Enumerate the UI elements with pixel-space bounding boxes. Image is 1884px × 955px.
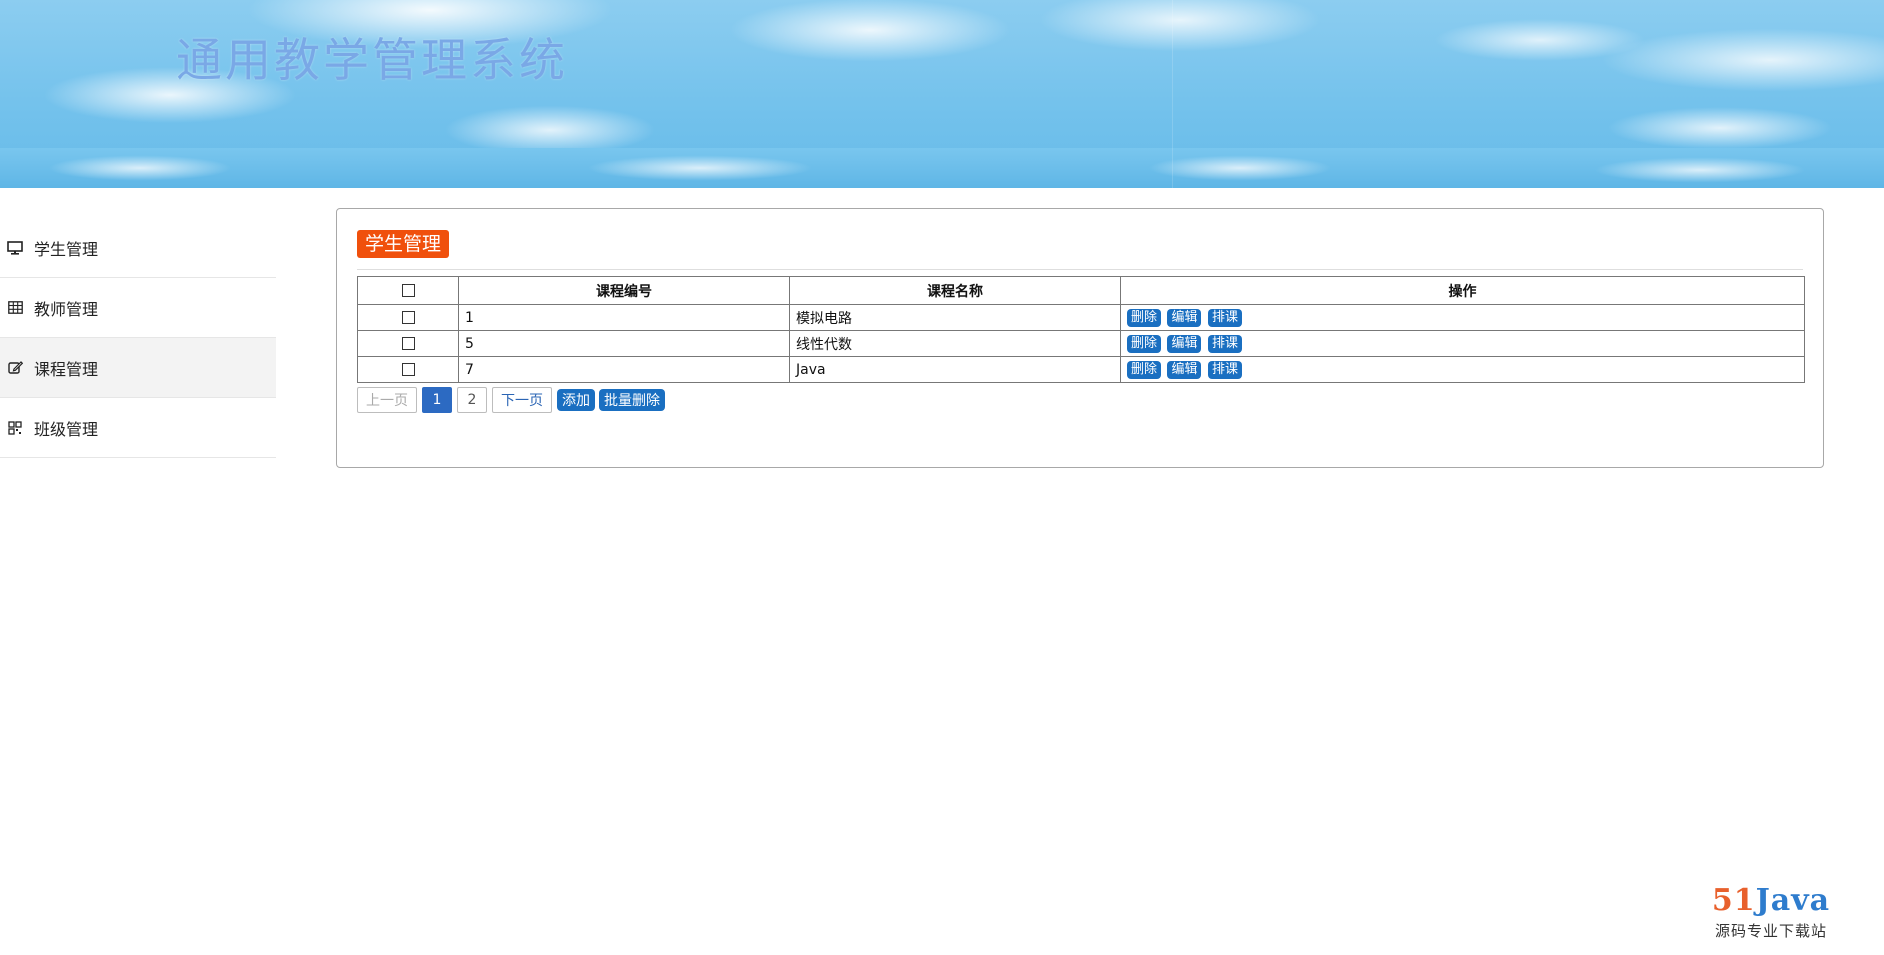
watermark-subtitle: 源码专业下载站 — [1714, 922, 1827, 940]
schedule-button[interactable]: 排课 — [1207, 360, 1242, 379]
page-2-button[interactable]: 2 — [457, 387, 487, 413]
column-header-course-name: 课程名称 — [789, 276, 1121, 305]
sidebar-item-classes[interactable]: 班级管理 — [0, 398, 276, 458]
page-1-button[interactable]: 1 — [422, 387, 452, 413]
row-checkbox[interactable] — [401, 363, 415, 376]
course-id-cell: 1 — [458, 304, 790, 331]
sidebar-item-courses[interactable]: 课程管理 — [0, 338, 276, 398]
add-button[interactable]: 添加 — [557, 389, 595, 411]
sidebar-item-label: 教师管理 — [34, 299, 99, 319]
sidebar-item-label: 学生管理 — [34, 239, 99, 259]
column-header-course-id: 课程编号 — [458, 276, 790, 305]
sidebar: 学生管理 教师管理 课程管理 班级管理 — [0, 218, 276, 458]
monitor-icon — [6, 239, 24, 257]
panel-header: 学生管理 — [357, 229, 1803, 270]
row-select-cell — [357, 304, 459, 331]
header-banner: 通用教学管理系统 — [0, 0, 1884, 188]
row-checkbox[interactable] — [401, 337, 415, 350]
batch-delete-button[interactable]: 批量删除 — [599, 389, 665, 411]
table-row: 5 线性代数 删除 编辑 排课 — [357, 330, 1805, 357]
watermark-logo: 51Java 源码专业下载站 — [1706, 884, 1836, 941]
course-name-cell: 线性代数 — [789, 330, 1121, 357]
banner-seam — [1172, 0, 1173, 188]
main-panel: 学生管理 课程编号 课程名称 操作 1 模拟电路 删除 编辑 排课 5 线性代数… — [336, 208, 1824, 468]
course-name-cell: Java — [789, 356, 1121, 383]
table-row: 7 Java 删除 编辑 排课 — [357, 356, 1805, 383]
course-name-cell: 模拟电路 — [789, 304, 1121, 331]
row-actions-cell: 删除 编辑 排课 — [1120, 304, 1805, 331]
sidebar-item-students[interactable]: 学生管理 — [0, 218, 276, 278]
site-title: 通用教学管理系统 — [176, 33, 568, 87]
prev-page-button[interactable]: 上一页 — [357, 387, 417, 413]
sidebar-item-teachers[interactable]: 教师管理 — [0, 278, 276, 338]
next-page-button[interactable]: 下一页 — [492, 387, 552, 413]
edit-button[interactable]: 编辑 — [1167, 334, 1202, 353]
course-table: 课程编号 课程名称 操作 1 模拟电路 删除 编辑 排课 5 线性代数 删除 编… — [357, 276, 1805, 383]
edit-icon — [6, 359, 24, 377]
panel-title: 学生管理 — [357, 230, 450, 258]
course-id-cell: 5 — [458, 330, 790, 357]
schedule-button[interactable]: 排课 — [1207, 334, 1242, 353]
delete-button[interactable]: 删除 — [1127, 360, 1162, 379]
row-actions-cell: 删除 编辑 排课 — [1120, 330, 1805, 357]
column-header-actions: 操作 — [1120, 276, 1805, 305]
select-all-cell — [357, 276, 459, 305]
table-header-row: 课程编号 课程名称 操作 — [357, 276, 1805, 305]
select-all-checkbox[interactable] — [401, 284, 415, 297]
watermark-logo-text: 51Java — [1711, 883, 1831, 918]
table-icon — [6, 299, 24, 317]
row-select-cell — [357, 356, 459, 383]
table-row: 1 模拟电路 删除 编辑 排课 — [357, 304, 1805, 331]
schedule-button[interactable]: 排课 — [1207, 308, 1242, 327]
row-checkbox[interactable] — [401, 311, 415, 324]
delete-button[interactable]: 删除 — [1127, 308, 1162, 327]
banner-strip — [0, 148, 1884, 188]
edit-button[interactable]: 编辑 — [1167, 308, 1202, 327]
course-id-cell: 7 — [458, 356, 790, 383]
row-actions-cell: 删除 编辑 排课 — [1120, 356, 1805, 383]
sidebar-item-label: 课程管理 — [34, 359, 99, 379]
pagination: 上一页 1 2 下一页 添加 批量删除 — [357, 387, 669, 413]
sidebar-item-label: 班级管理 — [34, 419, 99, 439]
grid-icon — [6, 419, 24, 437]
edit-button[interactable]: 编辑 — [1167, 360, 1202, 379]
delete-button[interactable]: 删除 — [1127, 334, 1162, 353]
row-select-cell — [357, 330, 459, 357]
